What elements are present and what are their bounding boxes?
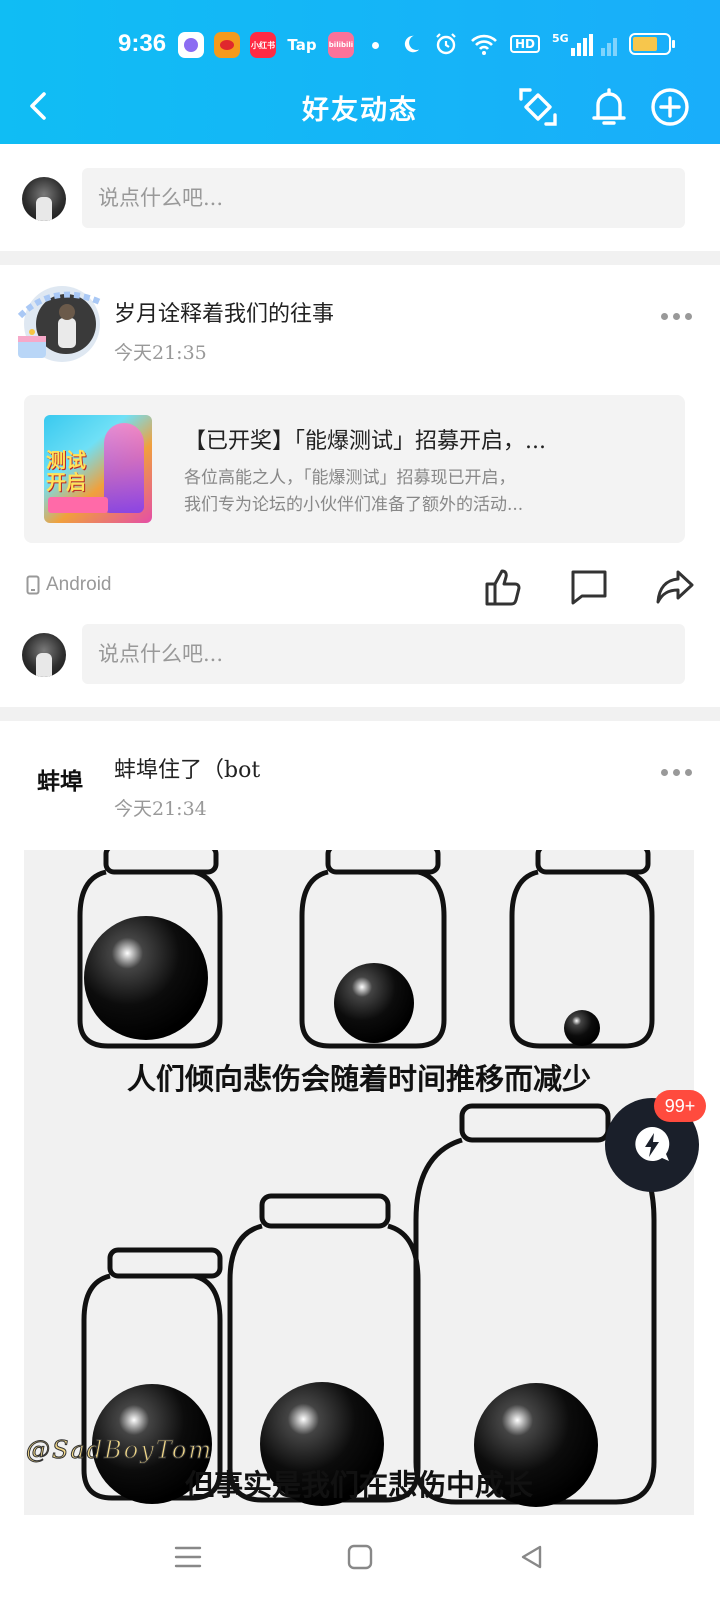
comment-button[interactable] xyxy=(564,562,614,612)
section-divider xyxy=(0,251,720,265)
meme-caption-bottom: 但事实是我们在悲伤中成长 xyxy=(184,1468,533,1502)
thumbnail-text: 测试开启 xyxy=(46,448,86,494)
status-app-icons: 小红书 Tap bilibili xyxy=(178,32,379,58)
post-header: 蚌埠 蚌埠住了（bot 今天21:34 xyxy=(0,738,720,828)
status-input[interactable]: 说点什么吧... xyxy=(82,168,685,228)
hd-icon: HD xyxy=(510,35,541,53)
back-nav-button[interactable] xyxy=(510,1535,554,1579)
post-timestamp: 今天21:35 xyxy=(114,342,207,364)
comment-input[interactable]: 说点什么吧... xyxy=(82,624,685,684)
article-description: 各位高能之人，「能爆测试」招募现已开启， 我们专为论坛的小伙伴们准备了额外的活动… xyxy=(184,465,634,519)
xiaohongshu-icon: 小红书 xyxy=(250,32,276,58)
post-timestamp: 今天21:34 xyxy=(114,798,207,820)
author-avatar[interactable]: 蚌埠 xyxy=(14,738,106,820)
my-avatar[interactable] xyxy=(22,633,66,677)
meme-caption-top: 人们倾向悲伤会随着时间推移而减少 xyxy=(126,1062,591,1096)
menu-icon xyxy=(174,1546,202,1568)
network-label: 5G xyxy=(552,32,569,45)
comment-composer: 说点什么吧... xyxy=(0,624,720,684)
unread-badge: 99+ xyxy=(654,1090,706,1122)
dot-icon xyxy=(672,768,680,776)
scan-button[interactable] xyxy=(515,84,561,130)
dot-icon xyxy=(684,768,692,776)
post-actions: Android xyxy=(0,558,720,618)
comment-icon xyxy=(571,570,607,605)
like-button[interactable] xyxy=(478,562,528,612)
thumbs-up-icon xyxy=(485,569,521,606)
moon-app-icon xyxy=(178,32,204,58)
post-author-name[interactable]: 岁月诠释着我们的往事 xyxy=(114,296,334,328)
my-avatar[interactable] xyxy=(22,177,66,221)
signal-icon: 5G xyxy=(552,32,617,56)
image-watermark: @SadBoyTom xyxy=(25,1436,214,1465)
device-info: Android xyxy=(26,574,112,596)
menu-nav-button[interactable] xyxy=(166,1535,210,1579)
lightning-chat-icon xyxy=(635,1126,670,1161)
share-button[interactable] xyxy=(650,562,700,612)
battery-icon xyxy=(628,33,675,55)
device-label: Android xyxy=(46,574,112,595)
share-arrow-icon xyxy=(656,570,694,604)
wifi-icon xyxy=(471,34,497,55)
shared-article-card[interactable]: 测试开启 【已开奖】「能爆测试」招募开启，... 各位高能之人，「能爆测试」招募… xyxy=(24,395,685,543)
moon-icon xyxy=(404,35,420,53)
post-more-button[interactable] xyxy=(656,762,696,782)
post-more-button[interactable] xyxy=(656,306,696,326)
system-navigation-bar xyxy=(0,1515,720,1600)
dot-icon xyxy=(660,312,668,320)
diamond-scan-icon xyxy=(519,88,557,126)
dot-icon xyxy=(684,312,692,320)
app-header: 9:36 小红书 Tap bilibili HD 5G 好友动态 xyxy=(0,0,720,144)
jars-meme-illustration xyxy=(77,850,657,1507)
post-header: 岁月诠释着我们的往事 今天21:35 xyxy=(0,282,720,372)
article-desc-line: 各位高能之人，「能爆测试」招募现已开启， xyxy=(184,468,516,488)
dot-icon xyxy=(672,312,680,320)
birthday-avatar-frame-icon xyxy=(17,286,102,362)
notification-dot-icon xyxy=(372,41,379,49)
bilibili-icon: bilibili xyxy=(328,32,354,58)
phone-icon xyxy=(26,575,40,595)
status-system-icons: HD 5G xyxy=(400,32,675,56)
add-post-button[interactable] xyxy=(647,84,693,130)
alarm-icon xyxy=(436,33,456,55)
avatar-text: 蚌埠 xyxy=(37,769,83,795)
weibo-icon xyxy=(214,32,240,58)
taptap-icon: Tap xyxy=(287,36,317,54)
section-divider xyxy=(0,707,720,721)
status-composer: 说点什么吧... xyxy=(0,168,720,228)
home-nav-button[interactable] xyxy=(338,1535,382,1579)
title-bar: 好友动态 xyxy=(0,80,720,136)
friend-feed-screen: 9:36 小红书 Tap bilibili HD 5G 好友动态 说点什么吧..… xyxy=(0,0,720,1600)
article-thumbnail: 测试开启 xyxy=(44,415,152,523)
status-time: 9:36 xyxy=(118,30,167,57)
square-home-icon xyxy=(347,1544,373,1570)
post-image[interactable]: 人们倾向悲伤会随着时间推移而减少 但事实是我们在悲伤中成长 @SadBoyTom xyxy=(24,850,694,1515)
notifications-button[interactable] xyxy=(586,84,632,130)
post-author-name[interactable]: 蚌埠住了（bot xyxy=(114,752,260,784)
article-title: 【已开奖】「能爆测试」招募开启，... xyxy=(184,429,546,454)
article-desc-line: 我们专为论坛的小伙伴们准备了额外的活动... xyxy=(184,495,524,515)
dot-icon xyxy=(660,768,668,776)
status-bar: 9:36 小红书 Tap bilibili HD 5G xyxy=(0,24,720,68)
plus-circle-icon xyxy=(651,88,689,126)
triangle-back-icon xyxy=(521,1545,542,1569)
author-avatar[interactable] xyxy=(14,282,106,364)
bell-icon xyxy=(592,88,626,125)
